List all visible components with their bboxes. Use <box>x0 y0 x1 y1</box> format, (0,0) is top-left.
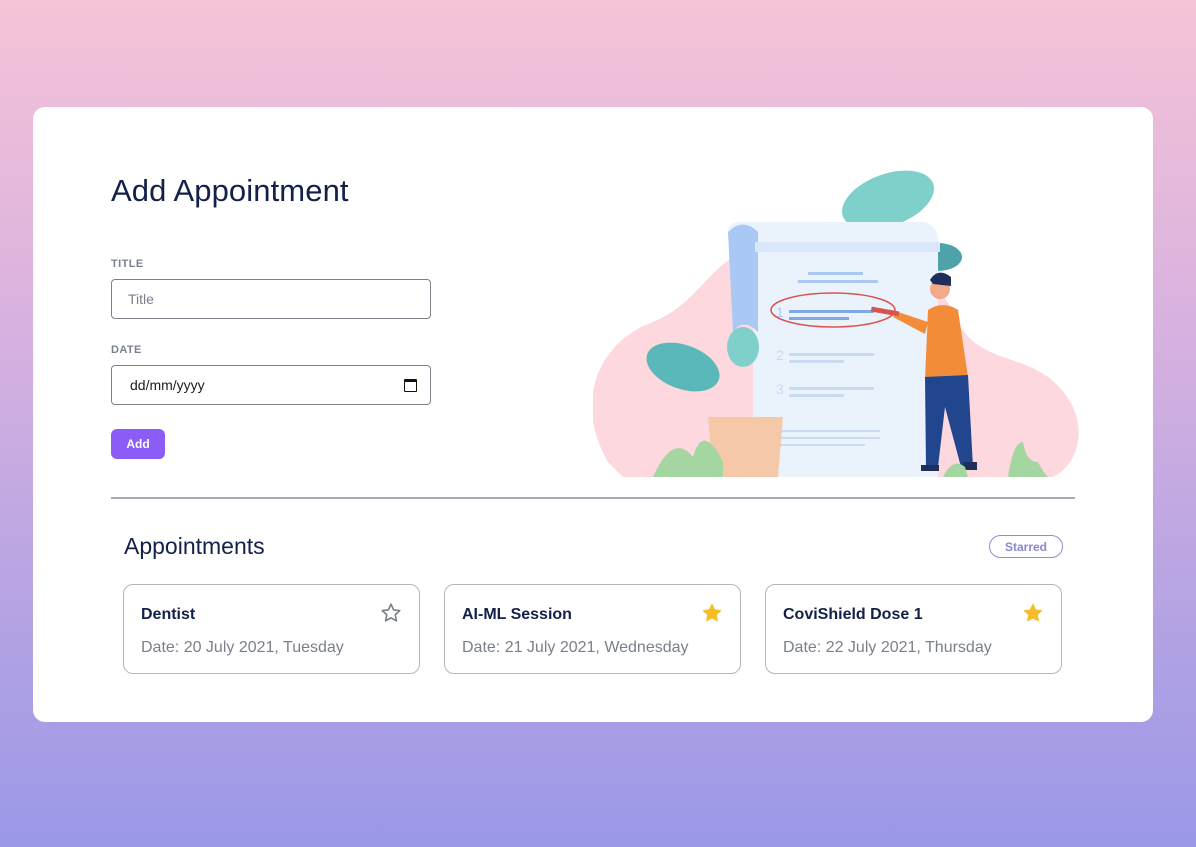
appointment-item[interactable]: CoviShield Dose 1 Date: 22 July 2021, Th… <box>765 584 1062 674</box>
title-placeholder: Title <box>128 291 154 307</box>
title-label: TITLE <box>111 258 144 270</box>
appointment-item[interactable]: Dentist Date: 20 July 2021, Tuesday <box>123 584 420 674</box>
appointment-date: Date: 20 July 2021, Tuesday <box>141 639 344 656</box>
title-input[interactable]: Title <box>111 279 431 319</box>
svg-text:3: 3 <box>776 381 784 397</box>
star-filled-icon[interactable] <box>701 602 723 624</box>
date-placeholder: dd/mm/yyyy <box>130 377 205 393</box>
svg-text:2: 2 <box>776 347 784 363</box>
appointment-card: Add Appointment TITLE Title DATE dd/mm/y… <box>33 107 1153 722</box>
page-title: Add Appointment <box>111 173 349 208</box>
date-label: DATE <box>111 344 142 356</box>
svg-text:1: 1 <box>776 304 784 320</box>
appointment-date: Date: 21 July 2021, Wednesday <box>462 639 689 656</box>
starred-filter-button[interactable]: Starred <box>989 535 1063 558</box>
date-input[interactable]: dd/mm/yyyy <box>111 365 431 405</box>
add-button[interactable]: Add <box>111 429 165 459</box>
appointment-item[interactable]: AI-ML Session Date: 21 July 2021, Wednes… <box>444 584 741 674</box>
appointment-title: AI-ML Session <box>462 606 572 623</box>
appointment-date: Date: 22 July 2021, Thursday <box>783 639 992 656</box>
appointments-heading: Appointments <box>124 533 265 559</box>
calendar-icon[interactable] <box>404 378 417 392</box>
divider <box>111 497 1075 499</box>
appointment-title: Dentist <box>141 606 196 623</box>
star-filled-icon[interactable] <box>1022 602 1044 624</box>
appointment-title: CoviShield Dose 1 <box>783 606 923 623</box>
star-outline-icon[interactable] <box>380 602 402 624</box>
illustration: 1 2 3 <box>593 170 1079 477</box>
